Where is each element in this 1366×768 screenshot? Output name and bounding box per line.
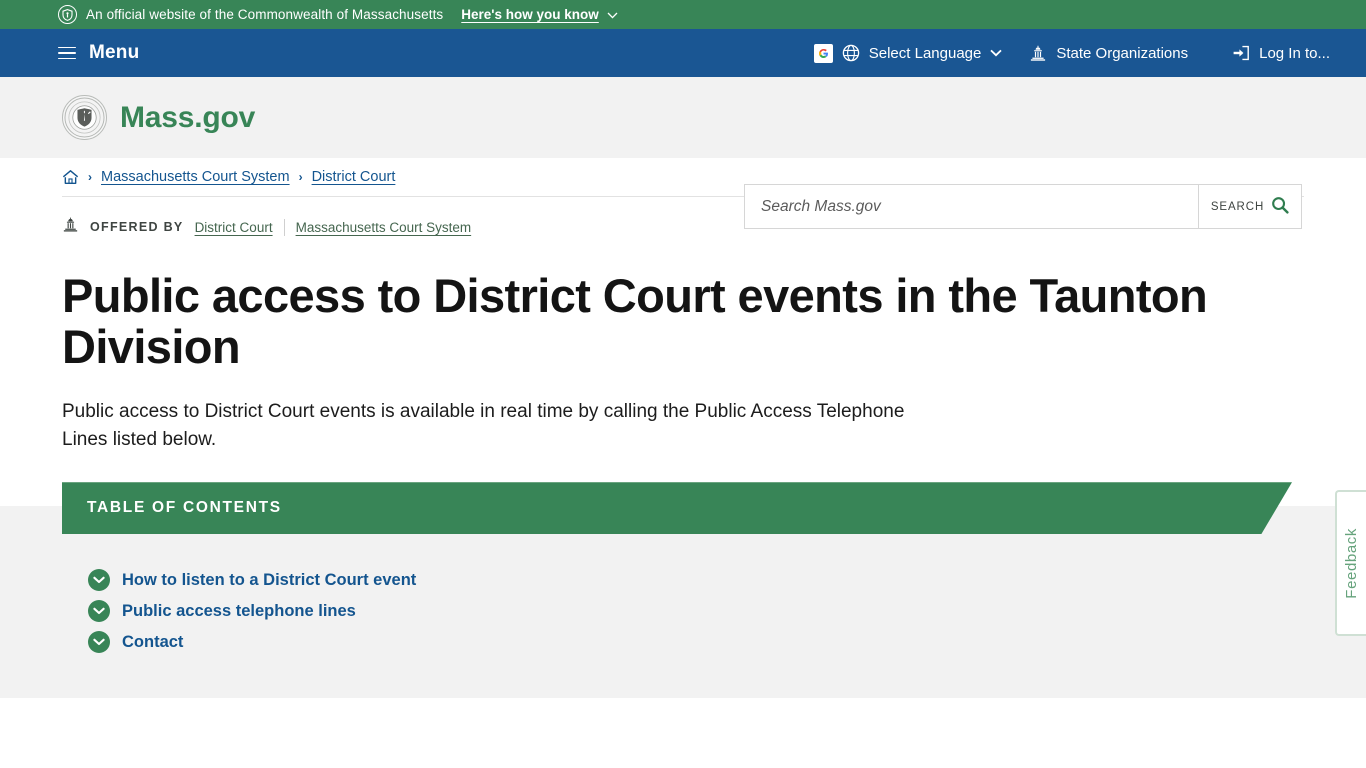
- site-search: SEARCH: [744, 184, 1302, 229]
- magnifier-icon: [1271, 196, 1289, 217]
- chevron-down-circle-icon: [88, 631, 110, 654]
- search-button-label: SEARCH: [1210, 200, 1265, 213]
- offered-by-label: OFFERED BY: [90, 220, 184, 234]
- globe-icon: [842, 44, 860, 62]
- offered-by-link-district-court[interactable]: District Court: [195, 220, 273, 235]
- official-website-banner: An official website of the Commonwealth …: [0, 0, 1366, 29]
- hamburger-icon: [58, 46, 76, 60]
- massachusetts-state-seal-icon: [62, 95, 107, 140]
- feedback-label: Feedback: [1343, 527, 1360, 599]
- toc-item-how-to-listen[interactable]: How to listen to a District Court event: [88, 569, 1366, 592]
- main-menu-label: Menu: [89, 42, 140, 63]
- breadcrumb-separator: ›: [298, 170, 303, 184]
- toc-item-label: How to listen to a District Court event: [122, 570, 417, 589]
- table-of-contents: TABLE OF CONTENTS How to listen to a Dis…: [0, 482, 1366, 699]
- toc-item-label: Contact: [122, 632, 184, 651]
- toc-item-public-access-telephone-lines[interactable]: Public access telephone lines: [88, 600, 1366, 623]
- breadcrumb-item-court-system[interactable]: Massachusetts Court System: [101, 169, 290, 185]
- capitol-building-icon: [62, 217, 79, 237]
- google-translate-icon: [813, 43, 833, 63]
- utility-nav-items: Select Language State Organizations Log …: [813, 29, 1366, 77]
- toc-item-label: Public access telephone lines: [122, 601, 356, 620]
- select-language-button[interactable]: Select Language: [813, 29, 1003, 77]
- state-organizations-link[interactable]: State Organizations: [1029, 29, 1188, 77]
- select-language-label: Select Language: [868, 44, 982, 62]
- chevron-down-icon: [607, 7, 618, 22]
- official-banner-text: An official website of the Commonwealth …: [86, 7, 444, 22]
- capitol-building-icon: [1029, 45, 1047, 61]
- log-in-button[interactable]: Log In to...: [1232, 29, 1366, 77]
- log-in-label: Log In to...: [1259, 44, 1330, 62]
- breadcrumb-item-district-court[interactable]: District Court: [312, 169, 396, 185]
- chevron-down-circle-icon: [88, 569, 110, 592]
- site-masthead: Mass.gov SEARCH: [0, 77, 1366, 229]
- toc-item-contact[interactable]: Contact: [88, 631, 1366, 654]
- utility-navigation-bar: Menu Select Language State Organizations…: [0, 29, 1366, 77]
- page-subtitle: Public access to District Court events i…: [62, 401, 905, 451]
- main-menu-button[interactable]: Menu: [0, 42, 139, 64]
- massgov-logo-text: Mass.gov: [120, 100, 256, 134]
- how-you-know-label: Here's how you know: [461, 7, 599, 22]
- offered-by-link-court-system[interactable]: Massachusetts Court System: [296, 220, 472, 235]
- toc-banner: TABLE OF CONTENTS: [62, 482, 1292, 535]
- offered-by-divider: [283, 218, 285, 236]
- page-title: Public access to District Court events i…: [62, 269, 1208, 374]
- massgov-logo-link[interactable]: Mass.gov: [0, 95, 255, 140]
- search-button[interactable]: SEARCH: [1198, 185, 1301, 228]
- feedback-tab[interactable]: Feedback: [1335, 490, 1366, 636]
- breadcrumb-separator: ›: [88, 170, 92, 184]
- chevron-down-circle-icon: [88, 600, 110, 623]
- state-organizations-label: State Organizations: [1056, 44, 1189, 62]
- toc-heading: TABLE OF CONTENTS: [87, 499, 282, 517]
- how-you-know-toggle[interactable]: Here's how you know: [461, 7, 618, 22]
- login-arrow-icon: [1232, 45, 1250, 61]
- chevron-down-icon: [990, 49, 1002, 57]
- search-input[interactable]: [745, 185, 1198, 228]
- toc-list: How to listen to a District Court event …: [0, 534, 1366, 654]
- home-icon[interactable]: [62, 169, 79, 185]
- shield-seal-icon: [58, 5, 77, 24]
